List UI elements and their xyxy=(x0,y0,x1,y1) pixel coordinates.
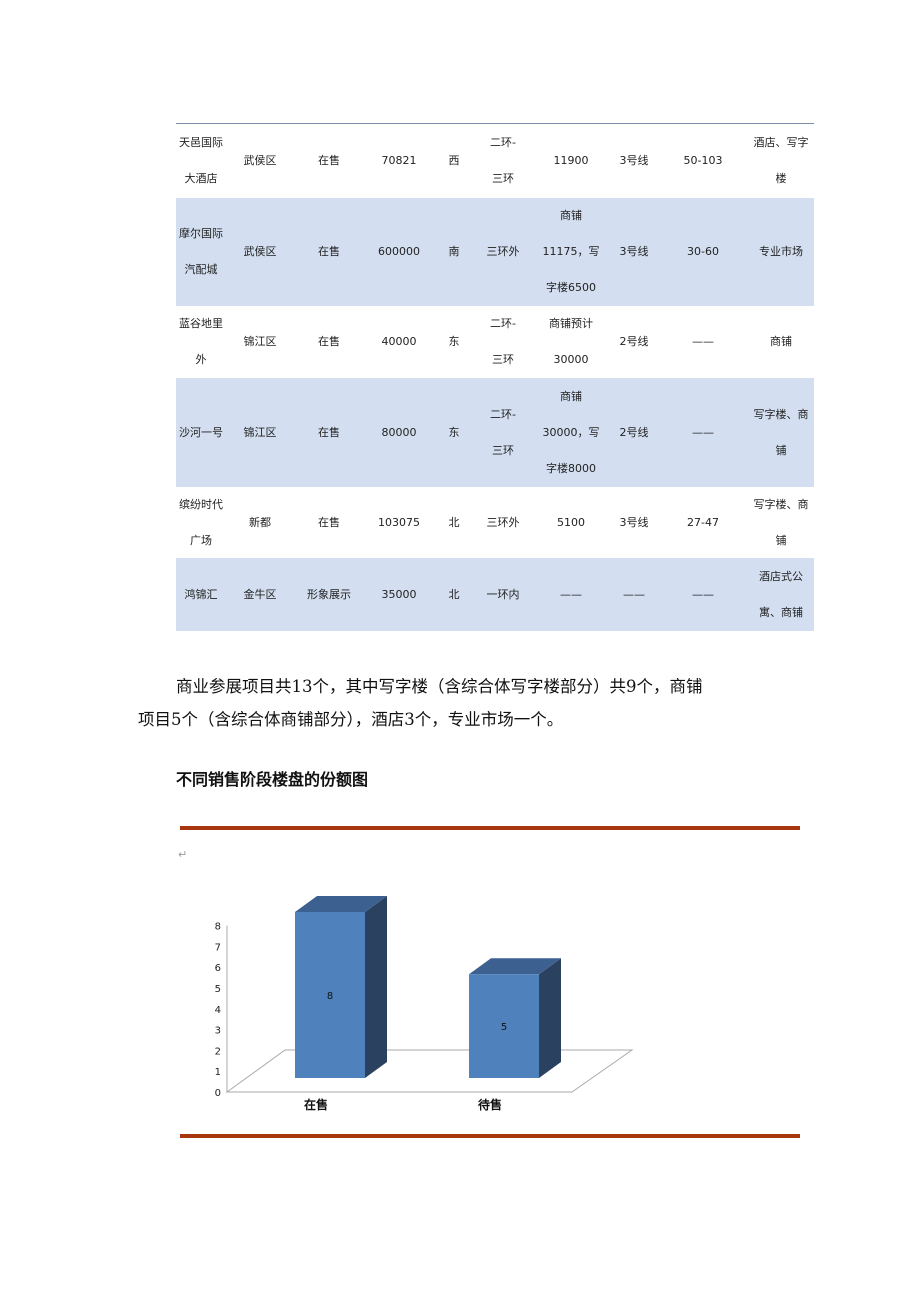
bar-side xyxy=(539,958,561,1078)
bar-side xyxy=(365,896,387,1078)
chart-floor xyxy=(225,1049,634,1093)
y-tick-label: 2 xyxy=(215,1046,221,1057)
data-label: 5 xyxy=(501,1022,507,1033)
y-tick-label: 3 xyxy=(215,1026,221,1037)
y-tick-label: 5 xyxy=(215,984,221,995)
y-tick-label: 1 xyxy=(215,1067,221,1078)
y-tick-label: 7 xyxy=(215,942,221,953)
data-label: 8 xyxy=(327,991,333,1002)
x-category-label: 待售 xyxy=(478,1097,502,1112)
y-tick-label: 0 xyxy=(215,1088,221,1099)
y-tick-label: 8 xyxy=(215,922,221,933)
paragraph-mark: ↵ xyxy=(178,848,187,861)
x-category-label: 在售 xyxy=(304,1097,328,1112)
y-tick-label: 6 xyxy=(215,963,221,974)
sales-stage-chart: ↵ 0 1 2 3 4 5 6 7 8 8 在售 5 待售 xyxy=(178,826,800,1138)
y-tick-label: 4 xyxy=(215,1005,221,1016)
